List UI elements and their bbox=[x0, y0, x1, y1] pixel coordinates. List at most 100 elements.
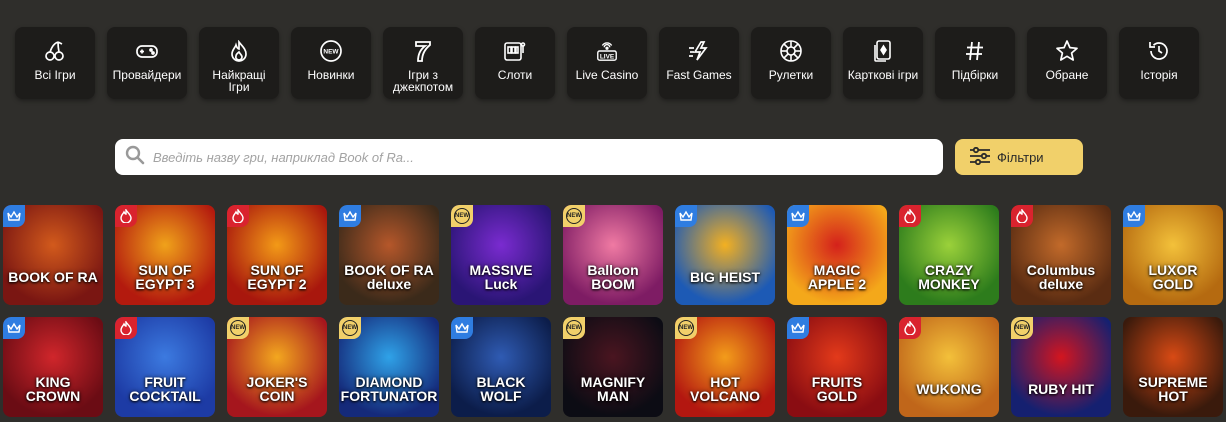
game-tile[interactable]: FRUIT COCKTAIL bbox=[115, 317, 215, 417]
hot-badge-icon bbox=[115, 205, 137, 227]
crown-badge-icon bbox=[451, 317, 473, 339]
category-flame[interactable]: Найкращі Ігри bbox=[199, 27, 279, 99]
game-tile[interactable]: Columbus deluxe bbox=[1011, 205, 1111, 305]
crown-badge-icon bbox=[3, 205, 25, 227]
category-label: Обране bbox=[1045, 68, 1089, 82]
new-badge-icon: NEW bbox=[319, 39, 343, 63]
new-badge-icon: NEW bbox=[675, 317, 697, 339]
category-slot-machine[interactable]: Слоти bbox=[475, 27, 555, 99]
cherries-icon bbox=[43, 39, 67, 63]
game-tile[interactable]: SUN OF EGYPT 2 bbox=[227, 205, 327, 305]
game-title: BLACK WOLF bbox=[476, 374, 526, 404]
game-title: SUN OF EGYPT 2 bbox=[247, 262, 307, 292]
game-tile[interactable]: NEW DIAMOND FORTUNATOR bbox=[339, 317, 439, 417]
star-icon bbox=[1055, 39, 1079, 63]
slot-machine-icon bbox=[503, 39, 527, 63]
game-title: MASSIVE Luck bbox=[469, 262, 533, 292]
category-label: Ігри з джекпотом bbox=[392, 68, 454, 94]
game-tile[interactable]: CRAZY MONKEY bbox=[899, 205, 999, 305]
game-title: BOOK OF RA bbox=[8, 269, 98, 285]
category-star[interactable]: Обране bbox=[1027, 27, 1107, 99]
search-icon bbox=[125, 145, 145, 170]
filters-button[interactable]: Фільтри bbox=[955, 139, 1083, 175]
new-badge-icon: NEW bbox=[339, 317, 361, 339]
history-icon bbox=[1147, 39, 1171, 63]
live-icon: LIVE bbox=[595, 39, 619, 63]
category-label: Live Casino bbox=[575, 68, 639, 82]
game-tile[interactable]: WUKONG bbox=[899, 317, 999, 417]
game-title: MAGNIFY MAN bbox=[580, 374, 646, 404]
crown-badge-icon bbox=[339, 205, 361, 227]
game-title: Columbus deluxe bbox=[1026, 262, 1096, 292]
game-tile[interactable]: KING CROWN bbox=[3, 317, 103, 417]
game-tile[interactable]: BOOK OF RA bbox=[3, 205, 103, 305]
game-title: DIAMOND FORTUNATOR bbox=[340, 374, 438, 404]
category-new-badge[interactable]: NEW Новинки bbox=[291, 27, 371, 99]
game-tile[interactable]: SUN OF EGYPT 3 bbox=[115, 205, 215, 305]
game-tile[interactable]: NEW RUBY HIT bbox=[1011, 317, 1111, 417]
svg-text:LIVE: LIVE bbox=[600, 53, 615, 60]
gamepad-icon bbox=[135, 39, 159, 63]
category-cherries[interactable]: Всі Ігри bbox=[15, 27, 95, 99]
game-tile[interactable]: NEW MAGNIFY MAN bbox=[563, 317, 663, 417]
new-badge-icon: NEW bbox=[1011, 317, 1033, 339]
filters-label: Фільтри bbox=[997, 149, 1044, 165]
crown-badge-icon bbox=[787, 205, 809, 227]
game-tile[interactable]: SUPREME HOT bbox=[1123, 317, 1223, 417]
hash-icon bbox=[963, 39, 987, 63]
new-badge-icon: NEW bbox=[563, 317, 585, 339]
category-history[interactable]: Історія bbox=[1119, 27, 1199, 99]
svg-text:NEW: NEW bbox=[323, 49, 339, 56]
game-title: SUN OF EGYPT 3 bbox=[135, 262, 195, 292]
new-badge-icon: NEW bbox=[563, 205, 585, 227]
hot-badge-icon bbox=[227, 205, 249, 227]
game-title: FRUITS GOLD bbox=[811, 374, 863, 404]
game-title: RUBY HIT bbox=[1028, 381, 1094, 397]
game-tile[interactable]: FRUITS GOLD bbox=[787, 317, 887, 417]
roulette-icon bbox=[779, 39, 803, 63]
game-tile[interactable]: MAGIC APPLE 2 bbox=[787, 205, 887, 305]
game-tile[interactable]: BIG HEIST bbox=[675, 205, 775, 305]
lightning-icon bbox=[687, 39, 711, 63]
crown-badge-icon bbox=[3, 317, 25, 339]
game-title: HOT VOLCANO bbox=[690, 374, 760, 404]
category-hash[interactable]: Підбірки bbox=[935, 27, 1015, 99]
category-cards[interactable]: Карткові ігри bbox=[843, 27, 923, 99]
category-label: Найкращі Ігри bbox=[212, 68, 266, 94]
game-tile[interactable]: NEW MASSIVE Luck bbox=[451, 205, 551, 305]
category-label: Карткові ігри bbox=[847, 68, 919, 82]
search-input[interactable] bbox=[151, 148, 915, 166]
seven-icon bbox=[411, 39, 435, 63]
game-title: LUXOR GOLD bbox=[1148, 262, 1198, 292]
category-live[interactable]: LIVE Live Casino bbox=[567, 27, 647, 99]
category-gamepad[interactable]: Провайдери bbox=[107, 27, 187, 99]
game-tile[interactable]: BLACK WOLF bbox=[451, 317, 551, 417]
category-roulette[interactable]: Рулетки bbox=[751, 27, 831, 99]
game-tile[interactable]: NEW Balloon BOOM bbox=[563, 205, 663, 305]
search-bar[interactable] bbox=[115, 139, 943, 175]
game-title: FRUIT COCKTAIL bbox=[129, 374, 201, 404]
hot-badge-icon bbox=[1011, 205, 1033, 227]
category-label: Історія bbox=[1140, 68, 1178, 82]
category-label: Fast Games bbox=[666, 68, 732, 82]
game-tile[interactable]: NEW HOT VOLCANO bbox=[675, 317, 775, 417]
cards-icon bbox=[871, 39, 895, 63]
game-tile[interactable]: LUXOR GOLD bbox=[1123, 205, 1223, 305]
new-badge-icon: NEW bbox=[451, 205, 473, 227]
category-label: Провайдери bbox=[112, 68, 182, 82]
game-tile[interactable]: BOOK OF RA deluxe bbox=[339, 205, 439, 305]
game-title: JOKER'S COIN bbox=[246, 374, 308, 404]
category-label: Слоти bbox=[497, 68, 533, 82]
game-title: Balloon BOOM bbox=[587, 262, 639, 292]
sliders-icon bbox=[969, 146, 991, 168]
hot-badge-icon bbox=[115, 317, 137, 339]
hot-badge-icon bbox=[899, 317, 921, 339]
category-lightning[interactable]: Fast Games bbox=[659, 27, 739, 99]
game-tile[interactable]: NEW JOKER'S COIN bbox=[227, 317, 327, 417]
game-title: WUKONG bbox=[916, 381, 982, 397]
category-label: Новинки bbox=[307, 68, 355, 82]
flame-icon bbox=[227, 39, 251, 63]
game-title: SUPREME HOT bbox=[1138, 374, 1208, 404]
game-title: KING CROWN bbox=[25, 374, 81, 404]
category-seven[interactable]: Ігри з джекпотом bbox=[383, 27, 463, 99]
